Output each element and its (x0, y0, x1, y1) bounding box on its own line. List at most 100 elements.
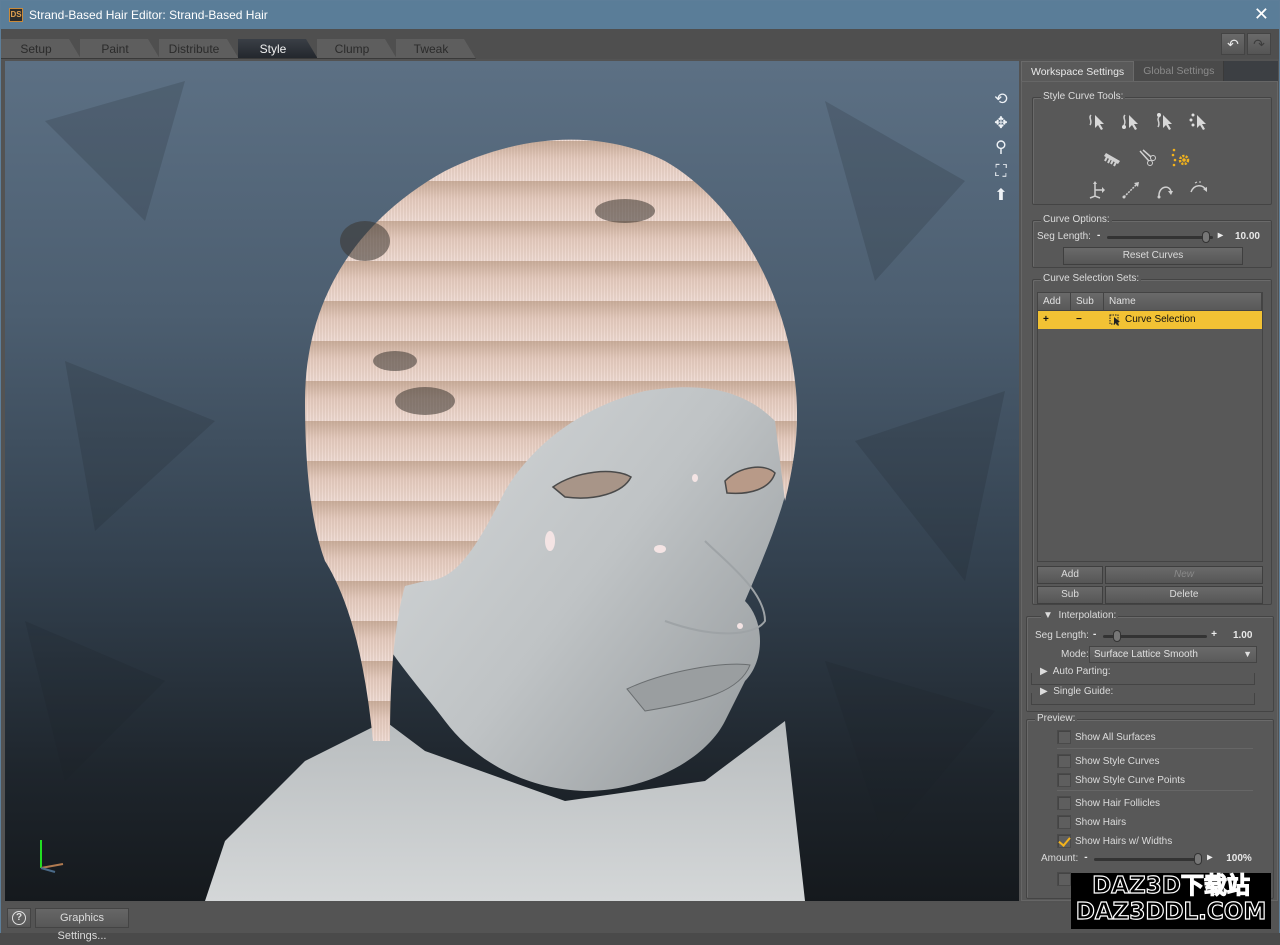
checkbox[interactable] (1057, 773, 1071, 787)
frame-icon[interactable]: ⛶ (991, 163, 1011, 181)
slider-handle[interactable] (1201, 230, 1210, 243)
tab-setup[interactable]: Setup (1, 39, 81, 59)
slider-handle[interactable] (1112, 629, 1121, 642)
orbit-icon[interactable]: ⟲ (991, 91, 1011, 109)
help-button[interactable]: ? (7, 908, 31, 928)
add-button[interactable]: Add (1037, 566, 1103, 584)
single-guide-toggle[interactable]: ▶ Single Guide: (1038, 686, 1116, 697)
interpolation-group: ▼ Interpolation: Seg Length: - + 1.00 Mo… (1026, 610, 1274, 712)
sub-set-icon[interactable]: − (1071, 311, 1104, 329)
checkbox-label: Show Hair Follicles (1075, 797, 1161, 809)
checkbox-label: Show Style Curve Points (1075, 774, 1186, 786)
axis-gizmo (40, 840, 64, 873)
watermark-line-2: DAZ3DDL.COM (1075, 898, 1267, 925)
increment-icon: + (1211, 628, 1217, 640)
close-icon[interactable]: ✕ (1254, 5, 1269, 23)
preview-group: Preview: Show All Surfaces Show Style Cu… (1026, 713, 1274, 899)
decrement-icon: - (1096, 229, 1101, 241)
show-hairs-widths-checkbox[interactable]: Show Hairs w/ Widths (1057, 834, 1172, 848)
curve-selection-sets-group: Curve Selection Sets: Add Sub Name + − C… (1032, 273, 1272, 605)
auto-parting-section: ▶ Auto Parting: (1031, 666, 1255, 685)
amount-slider[interactable]: - ▸ (1084, 851, 1212, 865)
auto-parting-label: Auto Parting: (1052, 666, 1111, 677)
checkbox[interactable] (1057, 754, 1071, 768)
title-bar: DS Strand-Based Hair Editor: Strand-Base… (1, 1, 1279, 29)
curve-seg-length-value: 10.00 (1234, 231, 1260, 242)
graphics-settings-button[interactable]: Graphics Settings... (35, 908, 129, 942)
select-curve-tool-icon[interactable] (1085, 110, 1109, 134)
zoom-icon[interactable]: ⚲ (991, 139, 1011, 157)
reset-camera-icon[interactable]: ⬆ (991, 187, 1011, 205)
column-header-sub[interactable]: Sub (1071, 293, 1104, 310)
mode-label: Mode: (1061, 649, 1089, 660)
tab-clump[interactable]: Clump (317, 39, 397, 59)
curve-selection-sets-title: Curve Selection Sets: (1041, 273, 1142, 284)
show-style-curves-checkbox[interactable]: Show Style Curves (1057, 754, 1159, 768)
delete-button[interactable]: Delete (1105, 586, 1263, 604)
checkbox-label: Show All Surfaces (1075, 731, 1156, 743)
extend-tool-icon[interactable] (1119, 178, 1143, 202)
select-points-tool-icon[interactable] (1187, 110, 1211, 134)
daz-studio-logo: DS (9, 8, 23, 22)
table-row[interactable]: + − Curve Selection (1038, 311, 1262, 329)
select-root-tool-icon[interactable] (1119, 110, 1143, 134)
column-header-name[interactable]: Name (1104, 293, 1262, 310)
new-button[interactable]: New (1105, 566, 1263, 584)
mode-tab-bar: Setup Paint Distribute Style Clump Tweak… (1, 29, 1279, 59)
mode-value: Surface Lattice Smooth (1094, 649, 1198, 660)
checkbox[interactable] (1057, 730, 1071, 744)
tab-tweak[interactable]: Tweak (396, 39, 476, 59)
z-axis (40, 867, 56, 873)
curve-seg-length-slider[interactable]: - ▸ (1096, 229, 1223, 243)
decrement-icon: - (1084, 851, 1088, 863)
selection-sets-table: Add Sub Name + − Curve Selection (1037, 292, 1263, 562)
checkbox[interactable] (1057, 815, 1071, 829)
expand-arrow-icon: ▶ (1040, 666, 1048, 677)
divider (1057, 790, 1253, 791)
preview-title: Preview: (1035, 713, 1078, 724)
single-guide-section: ▶ Single Guide: (1031, 686, 1255, 705)
chevron-down-icon: ▼ (1243, 649, 1252, 659)
tab-global-settings[interactable]: Global Settings (1134, 61, 1225, 81)
bend-tool-icon[interactable] (1153, 178, 1177, 202)
column-header-add[interactable]: Add (1038, 293, 1071, 310)
redo-button[interactable]: ↷ (1247, 33, 1271, 55)
tab-workspace-settings[interactable]: Workspace Settings (1021, 61, 1135, 81)
checkbox-checked[interactable] (1057, 834, 1071, 848)
reset-curves-button[interactable]: Reset Curves (1063, 247, 1243, 265)
tab-paint[interactable]: Paint (80, 39, 160, 59)
tab-style[interactable]: Style (238, 39, 318, 59)
checkbox-label: Show Hairs w/ Widths (1075, 835, 1173, 847)
show-hairs-checkbox[interactable]: Show Hairs (1057, 815, 1126, 829)
curve-settings-tool-icon[interactable] (1169, 146, 1193, 170)
checkbox[interactable] (1057, 872, 1071, 886)
style-curve-tools-group: Style Curve Tools: (1032, 91, 1272, 205)
add-set-icon[interactable]: + (1038, 311, 1071, 329)
watermark-line-1: DAZ3D下载站 (1092, 872, 1251, 899)
undo-button[interactable]: ↶ (1221, 33, 1245, 55)
curve-options-title: Curve Options: (1041, 214, 1112, 225)
3d-viewport[interactable]: ⟲ ✥ ⚲ ⛶ ⬆ (5, 61, 1019, 901)
checkbox[interactable] (1057, 796, 1071, 810)
comb-tool-icon[interactable] (1101, 146, 1125, 170)
show-style-curve-points-checkbox[interactable]: Show Style Curve Points (1057, 773, 1185, 787)
auto-parting-toggle[interactable]: ▶ Auto Parting: (1038, 666, 1113, 677)
amount-value: 100% (1226, 853, 1252, 864)
expand-arrow-icon: ▶ (1040, 686, 1048, 697)
x-axis (40, 863, 64, 869)
tab-distribute[interactable]: Distribute (159, 39, 239, 59)
interpolation-toggle[interactable]: ▼ Interpolation: (1041, 610, 1119, 621)
move-root-tool-icon[interactable] (1085, 178, 1109, 202)
cut-tool-icon[interactable] (1135, 146, 1159, 170)
show-all-surfaces-checkbox[interactable]: Show All Surfaces (1057, 730, 1156, 744)
select-tip-tool-icon[interactable] (1153, 110, 1177, 134)
slider-handle[interactable] (1194, 852, 1203, 865)
interpolation-mode-select[interactable]: Surface Lattice Smooth ▼ (1089, 646, 1257, 663)
interp-seg-length-slider[interactable]: - + (1093, 628, 1217, 642)
twist-tool-icon[interactable] (1187, 178, 1211, 202)
hair-editor-window: DS Strand-Based Hair Editor: Strand-Base… (0, 0, 1280, 942)
pan-icon[interactable]: ✥ (991, 115, 1011, 133)
show-hair-follicles-checkbox[interactable]: Show Hair Follicles (1057, 796, 1160, 810)
undo-icon: ↶ (1227, 36, 1239, 52)
sub-button[interactable]: Sub (1037, 586, 1103, 604)
